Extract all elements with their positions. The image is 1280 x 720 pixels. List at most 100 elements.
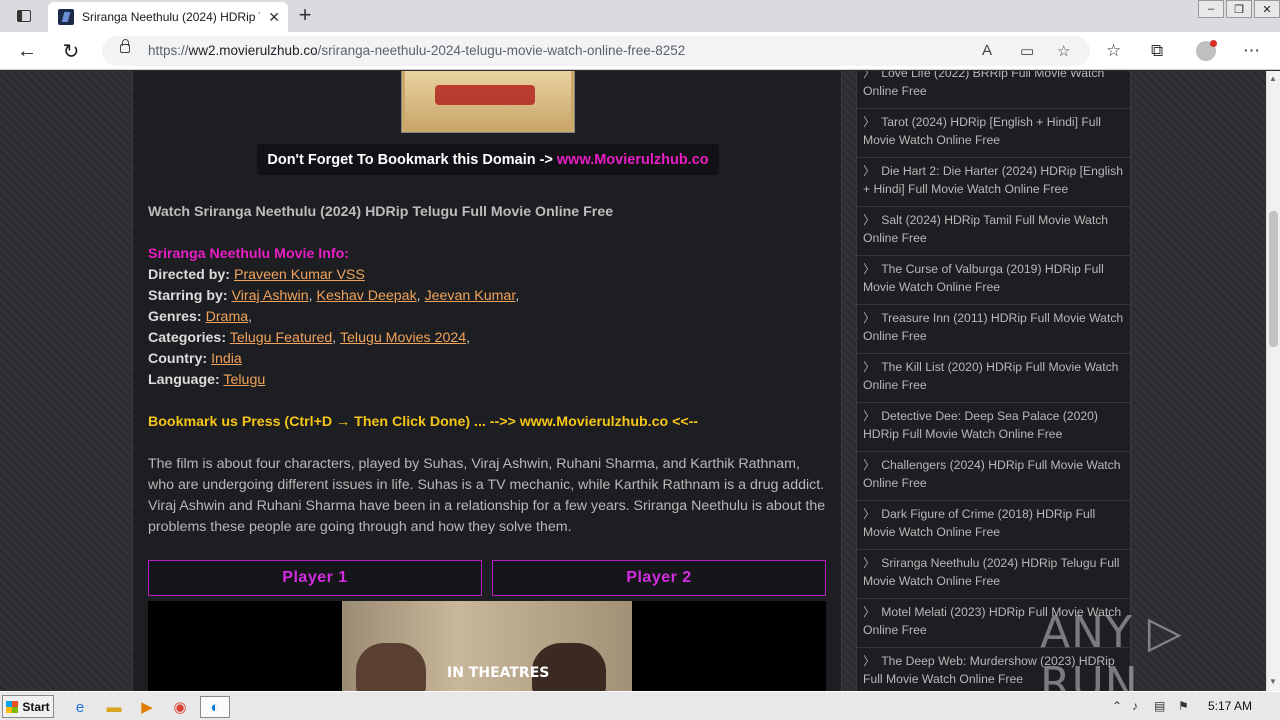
media-player-icon[interactable]: ▶	[135, 696, 159, 718]
country-row: Country: India	[148, 351, 242, 367]
scrollbar-thumb[interactable]	[1269, 211, 1278, 347]
language-row: Language: Telugu	[148, 372, 265, 388]
sidebar-item-title: Tarot (2024) HDRip [English + Hindi] Ful…	[881, 115, 1101, 129]
cast-link[interactable]: Viraj Ashwin	[232, 288, 309, 304]
url-host: ww2.movierulzhub.co	[188, 43, 318, 58]
sidebar-item-title-cont: Movie Watch Online Free	[863, 574, 1001, 588]
lock-icon	[120, 39, 130, 53]
starring-row: Starring by: Viraj Ashwin, Keshav Deepak…	[148, 288, 520, 304]
banner-domain-link[interactable]: www.Movierulzhub.co	[557, 152, 709, 168]
cast-link[interactable]: Jeevan Kumar	[425, 288, 516, 304]
site-favicon-icon	[58, 9, 74, 25]
sidebar-movie-link[interactable]: 〉 Die Hart 2: Die Harter (2024) HDRip [En…	[857, 158, 1130, 207]
synopsis: The film is about four characters, playe…	[148, 456, 826, 535]
url-prefix: https://	[148, 43, 189, 58]
sidebar-item-title: The Kill List (2020) HDRip Full Movie Wa…	[881, 360, 1119, 374]
taskbar-clock[interactable]: 5:17 AM	[1208, 699, 1252, 713]
cast-link[interactable]: Keshav Deepak	[317, 288, 417, 304]
add-favorite-icon[interactable]: ☆	[1057, 42, 1070, 60]
sidebar-movie-link[interactable]: 〉 Treasure Inn (2011) HDRip Full Movie Wa…	[857, 305, 1130, 354]
sidebar-item-title: Sriranga Neethulu (2024) HDRip Telugu Fu…	[881, 556, 1120, 570]
tab-actions-button[interactable]	[10, 6, 38, 26]
chrome-icon[interactable]: ◉	[168, 696, 192, 718]
sidebar-item-title: The Curse of Valburga (2019) HDRip Full	[881, 262, 1104, 276]
back-arrow-icon: ←	[17, 39, 37, 62]
url-text[interactable]: https://ww2.movierulzhub.co/sriranga-nee…	[148, 43, 685, 58]
director-link[interactable]: Praveen Kumar VSS	[234, 267, 365, 283]
sidebar-item-title: Challengers (2024) HDRip Full Movie Watc…	[881, 458, 1121, 472]
tab-actions-icon	[17, 10, 31, 22]
poster-image	[405, 71, 571, 129]
sidebar-item-title: Salt (2024) HDRip Tamil Full Movie Watch	[881, 213, 1109, 227]
security-icon[interactable]: ⚑	[1178, 699, 1189, 713]
volume-icon[interactable]: ♪	[1132, 699, 1138, 713]
tab-close-icon[interactable]: ✕	[268, 9, 280, 26]
genres-row: Genres: Drama,	[148, 309, 253, 325]
sidebar-movie-link[interactable]: 〉 Salt (2024) HDRip Tamil Full Movie Watc…	[857, 207, 1130, 256]
sidebar-movie-link[interactable]: 〉 The Kill List (2020) HDRip Full Movie W…	[857, 354, 1130, 403]
player-2-button[interactable]: Player 2	[492, 560, 826, 596]
immersive-reader-icon[interactable]: ▭	[1020, 42, 1034, 60]
movie-poster-top[interactable]	[401, 71, 575, 133]
bookmark-instruction: Bookmark us Press (Ctrl+D → Then Click D…	[148, 414, 699, 430]
minimize-button[interactable]: –	[1198, 0, 1224, 18]
sidebar-item-title: Dark Figure of Crime (2018) HDRip Full	[881, 507, 1096, 521]
new-tab-button[interactable]: +	[294, 4, 316, 27]
collections-icon[interactable]: ⧉	[1151, 41, 1163, 61]
sidebar-item-title-cont: Online Free	[863, 623, 927, 637]
start-label: Start	[22, 699, 50, 714]
directed-label: Directed by:	[148, 267, 230, 283]
favorites-icon[interactable]: ☆	[1106, 41, 1121, 61]
read-aloud-icon[interactable]: A	[982, 42, 992, 59]
sidebar-movie-link[interactable]: 〉 Challengers (2024) HDRip Full Movie Wat…	[857, 452, 1130, 501]
categories-label: Categories:	[148, 330, 227, 346]
scroll-up-icon[interactable]: ▲	[1269, 74, 1277, 83]
refresh-button[interactable]: ↻	[58, 39, 84, 63]
edge-icon[interactable]: ◐	[200, 696, 230, 718]
sidebar-movie-link[interactable]: 〉 Detective Dee: Deep Sea Palace (2020) HD…	[857, 403, 1130, 452]
chevron-right-icon: 〉	[863, 71, 876, 80]
close-window-button[interactable]: ✕	[1254, 0, 1280, 18]
browser-tab[interactable]: Sriranga Neethulu (2024) HDRip T ✕	[48, 2, 288, 32]
country-link[interactable]: India	[211, 351, 242, 367]
page-viewport: Don't Forget To Bookmark this Domain -> …	[0, 71, 1266, 691]
address-bar[interactable]: https://ww2.movierulzhub.co/sriranga-nee…	[102, 36, 1090, 66]
network-icon[interactable]: ▤	[1154, 699, 1165, 713]
start-button[interactable]: Start	[2, 695, 54, 718]
language-link[interactable]: Telugu	[223, 372, 265, 388]
page-scrollbar[interactable]: ▲ ▼	[1266, 71, 1280, 691]
sidebar-movie-link[interactable]: 〉 Sriranga Neethulu (2024) HDRip Telugu F…	[857, 550, 1130, 599]
genre-link[interactable]: Drama	[206, 309, 249, 325]
internet-explorer-icon[interactable]: e	[68, 696, 92, 718]
sidebar-movie-link[interactable]: 〉 Tarot (2024) HDRip [English + Hindi] Fu…	[857, 109, 1130, 158]
chevron-right-icon: 〉	[863, 507, 876, 521]
url-path: /sriranga-neethulu-2024-telugu-movie-wat…	[317, 43, 686, 58]
tab-title: Sriranga Neethulu (2024) HDRip T	[82, 10, 261, 24]
category-link[interactable]: Telugu Movies 2024	[340, 330, 466, 346]
tray-expand-icon[interactable]: ⌃	[1112, 699, 1122, 713]
sidebar-item-title-cont: Movie Watch Online Free	[863, 525, 1001, 539]
back-button[interactable]: ←	[14, 39, 40, 63]
sidebar-item-title-cont: Online Free	[863, 329, 927, 343]
language-label: Language:	[148, 372, 220, 388]
sidebar-movie-link[interactable]: 〉 Love Life (2022) BRRip Full Movie Watch…	[857, 71, 1130, 109]
file-explorer-icon[interactable]: ▬	[102, 696, 126, 718]
chevron-right-icon: 〉	[863, 262, 876, 276]
chevron-right-icon: 〉	[863, 115, 876, 129]
sidebar-item-title-cont: + Hindi] Full Movie Watch Online Free	[863, 182, 1069, 196]
sidebar-item-title: Die Hart 2: Die Harter (2024) HDRip [Eng…	[881, 164, 1123, 178]
sidebar-movie-link[interactable]: 〉 Dark Figure of Crime (2018) HDRip Full M…	[857, 501, 1130, 550]
restore-button[interactable]: ❐	[1226, 0, 1252, 18]
banner-text: Don't Forget To Bookmark this Domain ->	[267, 151, 553, 168]
sidebar-item-title-cont: Full Movie Watch Online Free	[863, 672, 1024, 686]
movie-info-title: Sriranga Neethulu Movie Info:	[148, 246, 350, 262]
chevron-right-icon: 〉	[863, 409, 876, 423]
poster-tag: IN THEATRES	[447, 665, 550, 681]
category-link[interactable]: Telugu Featured	[230, 330, 333, 346]
player-1-button[interactable]: Player 1	[148, 560, 482, 596]
sidebar-movie-link[interactable]: 〉 The Curse of Valburga (2019) HDRip Full…	[857, 256, 1130, 305]
window-controls: – ❐ ✕	[1196, 0, 1280, 20]
more-menu-icon[interactable]: ⋯	[1243, 41, 1260, 61]
video-player-area[interactable]: IN THEATRES	[148, 601, 826, 691]
profile-avatar[interactable]	[1196, 40, 1217, 61]
